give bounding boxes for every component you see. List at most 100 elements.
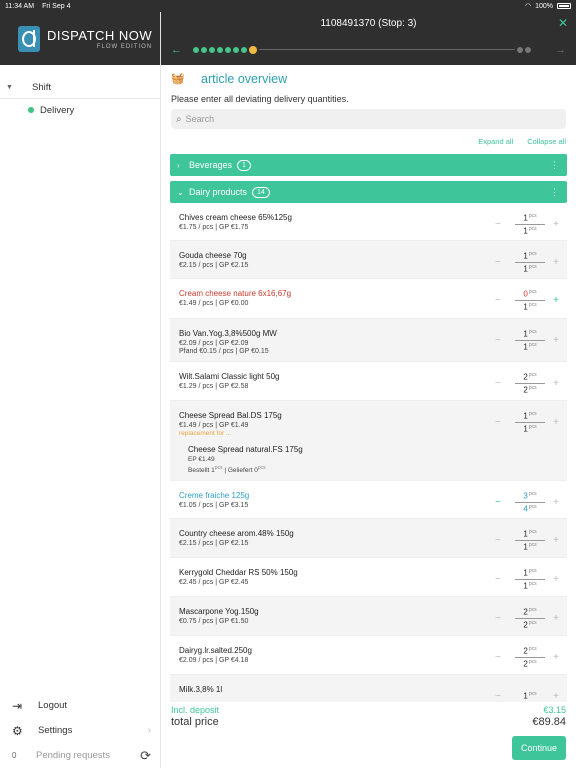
list-item[interactable]: Gouda cheese 70g €2.15 / pcs | GP €2.15 … [170,241,567,279]
minus-icon[interactable]: − [495,535,507,546]
list-item[interactable]: Mascarpone Yog.150g €0.75 / pcs | GP €1.… [170,597,567,636]
list-item[interactable]: Cream cheese nature 6x16,67g €1.49 / pcs… [170,279,567,319]
unit-label: pcs [528,690,537,697]
unit-label: pcs [528,541,537,548]
delivered-qty[interactable]: 1 [523,569,527,578]
replaced-article-price: EP €1.49 [188,456,215,463]
unit-label: pcs [528,263,537,270]
instruction-text: Please enter all deviating delivery quan… [171,94,349,104]
unit-label: pcs [528,250,537,257]
quantity-stepper: − 2pcs 2pcs + [495,369,559,397]
search-input[interactable]: ⌕ Search [171,109,566,129]
more-options-icon[interactable]: ⋮ [550,187,559,198]
close-icon[interactable]: ✕ [558,16,568,30]
plus-icon[interactable]: + [547,497,559,508]
list-item[interactable]: Chives cream cheese 65%125g €1.75 / pcs … [170,203,567,241]
minus-icon[interactable]: − [495,652,507,663]
delivered-qty[interactable]: 3 [523,492,527,501]
plus-icon[interactable]: + [547,535,559,546]
delivered-qty[interactable]: 1 [523,330,527,339]
unit-label: pcs [528,410,537,417]
refresh-icon[interactable]: ⟳ [140,748,151,764]
ordered-qty: 1 [523,581,528,591]
summary-footer: Incl. deposit €3.15 total price €89.84 C… [161,702,576,768]
app-logo-icon [18,25,40,52]
collapse-all-link[interactable]: Collapse all [527,137,566,146]
plus-icon[interactable]: + [547,219,559,230]
sidebar-nav: ▼ Shift Delivery [0,65,160,121]
minus-icon[interactable]: − [495,497,507,508]
ordered-label: Bestellt 1 [188,467,215,475]
list-item[interactable]: Creme fraiche 125g €1.05 / pcs | GP €3.1… [170,481,567,519]
settings-button[interactable]: ⚙ Settings › [0,718,161,743]
sidebar-item-delivery[interactable]: Delivery [0,99,160,121]
minus-icon[interactable]: − [495,613,507,624]
chevron-down-icon: ▼ [6,84,13,91]
page-title: 1108491370 (Stop: 3) [320,17,417,29]
quantity-stepper: − 1pcs 1pcs + [495,326,559,354]
list-item[interactable]: Dairyg.lr.salted.250g €2.09 / pcs | GP €… [170,636,567,675]
sidebar-item-label: Shift [32,82,52,93]
delivered-qty[interactable]: 0 [523,290,527,299]
quantity-stepper: − 1pcs 1pcs + [495,408,559,436]
forward-arrow-icon[interactable]: → [555,44,566,56]
minus-icon[interactable]: − [495,257,507,268]
quantity-stepper: − 3pcs 4pcs + [495,488,559,516]
continue-button[interactable]: Continue [512,736,566,760]
unit-label: pcs [214,465,223,471]
more-options-icon[interactable]: ⋮ [550,160,559,171]
delivered-qty[interactable]: 1 [523,691,527,700]
quantity-stepper: − 1pcs 1pcs + [495,248,559,276]
minus-icon[interactable]: − [495,295,507,306]
deposit-label: Incl. deposit [171,705,220,715]
delivered-qty[interactable]: 1 [523,530,527,539]
minus-icon[interactable]: − [495,219,507,230]
ordered-qty: 2 [523,659,528,669]
pending-count: 0 [12,751,17,760]
unit-label: pcs [257,465,266,471]
minus-icon[interactable]: − [495,574,507,585]
delivered-qty[interactable]: 1 [523,412,527,421]
delivered-qty[interactable]: 2 [523,373,527,382]
plus-icon[interactable]: + [547,613,559,624]
plus-icon[interactable]: + [547,691,559,702]
minus-icon[interactable]: − [495,417,507,428]
ordered-qty: 1 [523,226,528,236]
list-item[interactable]: Cheese Spread Bal.DS 175g €1.49 / pcs | … [170,401,567,481]
chevron-down-icon: ⌄ [177,187,184,197]
minus-icon[interactable]: − [495,691,507,702]
expand-all-link[interactable]: Expand all [478,137,513,146]
search-placeholder: Search [185,114,215,124]
plus-icon[interactable]: + [547,417,559,428]
logout-label: Logout [38,700,68,711]
list-item[interactable]: Kerrygold Cheddar RS 50% 150g €2.45 / pc… [170,558,567,597]
ordered-qty: 4 [523,504,528,514]
replaced-article-name: Cheese Spread natural.FS 175g [188,445,303,454]
category-dairy-products[interactable]: ⌄ Dairy products 14 ⋮ [170,181,567,203]
list-item[interactable]: Country cheese arom.48% 150g €2.15 / pcs… [170,519,567,558]
active-dot-icon [28,107,34,113]
main-panel: 1108491370 (Stop: 3) ✕ ← → 🧺 article ove… [161,12,576,768]
minus-icon[interactable]: − [495,335,507,346]
list-item[interactable]: Wilt.Salami Classic light 50g €1.29 / pc… [170,362,567,401]
plus-icon[interactable]: + [547,295,559,306]
delivered-qty[interactable]: 2 [523,647,527,656]
list-item[interactable]: Bio Van.Yog.3,8%500g MW €2.09 / pcs | GP… [170,319,567,362]
delivered-qty[interactable]: 2 [523,608,527,617]
delivered-qty[interactable]: 1 [523,214,527,223]
plus-icon[interactable]: + [547,378,559,389]
quantity-stepper: − 0pcs 1pcs + [495,286,559,314]
pending-requests: 0 Pending requests ⟳ [0,743,161,768]
category-beverages[interactable]: › Beverages 1 ⋮ [170,154,567,176]
list-item[interactable]: Milk.3,8% 1l − 1pcs + [170,675,567,705]
minus-icon[interactable]: − [495,378,507,389]
plus-icon[interactable]: + [547,335,559,346]
logout-button[interactable]: ⇥ Logout [0,693,161,718]
unit-label: pcs [528,341,537,348]
plus-icon[interactable]: + [547,652,559,663]
plus-icon[interactable]: + [547,574,559,585]
back-arrow-icon[interactable]: ← [171,44,193,56]
plus-icon[interactable]: + [547,257,559,268]
delivered-qty[interactable]: 1 [523,252,527,261]
sidebar-item-shift[interactable]: ▼ Shift [0,77,160,99]
